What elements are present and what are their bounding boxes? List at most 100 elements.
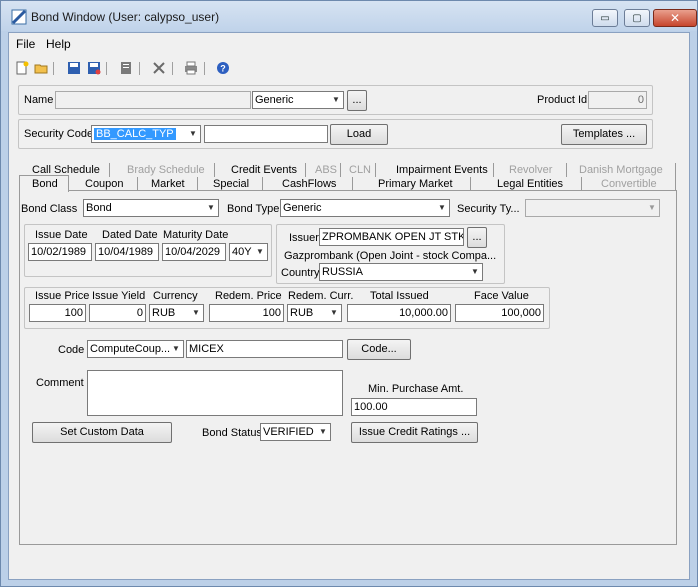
product-id-field[interactable]: 0	[588, 91, 647, 109]
security-type-label: Security Ty...	[457, 203, 520, 215]
name-more-button[interactable]: ...	[347, 90, 367, 111]
tab-separator	[375, 163, 376, 177]
issue-date-field[interactable]: 10/02/1989	[28, 243, 92, 261]
bond-class-combo[interactable]: Bond ▼	[83, 199, 219, 217]
dated-date-label: Dated Date	[102, 229, 158, 241]
tab-separator	[470, 177, 471, 191]
load-button[interactable]: Load	[330, 124, 388, 145]
total-issued-field[interactable]: 10,000.00	[347, 304, 451, 322]
chevron-down-icon: ▼	[319, 427, 327, 436]
issuer-field[interactable]: ZPROMBANK OPEN JT STK CO	[319, 228, 464, 246]
templates-button[interactable]: Templates ...	[561, 124, 647, 145]
tab-cln: CLN	[349, 164, 372, 176]
issue-date-label: Issue Date	[35, 229, 88, 241]
min-purchase-label: Min. Purchase Amt.	[368, 383, 464, 395]
bond-type-combo[interactable]: Generic ▼	[280, 199, 450, 217]
issue-credit-ratings-button[interactable]: Issue Credit Ratings ...	[351, 422, 478, 443]
chevron-down-icon: ▼	[438, 203, 446, 212]
toolbar-separator	[53, 62, 54, 75]
security-code-label: Security Code	[24, 128, 94, 140]
issuer-fullname: Gazprombank (Open Joint - stock Compa...	[284, 250, 497, 262]
notes-icon[interactable]	[119, 61, 133, 75]
toolbar-separator	[204, 62, 205, 75]
tab-separator	[566, 163, 567, 177]
tab-separator	[675, 177, 676, 191]
bond-status-combo[interactable]: VERIFIED ▼	[260, 423, 331, 441]
name-group: Name Generic ▼ ... Product Id 0	[18, 85, 653, 115]
chevron-down-icon: ▼	[332, 95, 340, 104]
name-type-combo[interactable]: Generic ▼	[252, 91, 344, 109]
chevron-down-icon: ▼	[471, 267, 479, 276]
tenor-combo[interactable]: 40Y ▼	[229, 243, 268, 261]
country-combo[interactable]: RUSSIA ▼	[319, 263, 483, 281]
bond-window: Bond Window (User: calypso_user) ▭ ▢ ✕ F…	[0, 0, 698, 587]
redem-curr-label: Redem. Curr.	[288, 290, 354, 302]
country-value: RUSSIA	[322, 266, 363, 278]
face-value-label: Face Value	[474, 290, 529, 302]
tab-bond[interactable]: Bond	[32, 176, 58, 192]
window-title: Bond Window (User: calypso_user)	[31, 10, 220, 24]
maximize-icon: ▢	[632, 12, 642, 24]
tenor-value: 40Y	[232, 246, 252, 258]
bond-tab-panel: Bond Class Bond ▼ Bond Type Generic ▼ Se…	[19, 190, 677, 545]
tab-separator	[109, 163, 110, 177]
dates-group: Issue Date 10/02/1989 Dated Date 10/04/1…	[24, 224, 272, 277]
tab-separator	[197, 177, 198, 191]
new-icon[interactable]	[15, 61, 29, 75]
issuer-group: Issuer ZPROMBANK OPEN JT STK CO ... Gazp…	[276, 224, 505, 284]
toolbar: ?	[9, 57, 689, 81]
svg-text:?: ?	[220, 64, 226, 74]
redem-curr-combo[interactable]: RUB ▼	[287, 304, 342, 322]
bond-type-value: Generic	[283, 202, 322, 214]
issuer-more-button[interactable]: ...	[467, 227, 487, 248]
minimize-button[interactable]: ▭	[592, 9, 618, 27]
name-label: Name	[24, 94, 54, 106]
code-type-value: ComputeCoup...	[90, 343, 171, 355]
menu-file[interactable]: File	[16, 37, 35, 51]
tab-bond-selected[interactable]: Bond	[19, 175, 69, 192]
min-purchase-field[interactable]: 100.00	[351, 398, 477, 416]
name-field[interactable]	[55, 91, 251, 109]
close-button[interactable]: ✕	[653, 9, 697, 27]
security-code-combo[interactable]: BB_CALC_TYP ▼	[91, 125, 201, 143]
chevron-down-icon: ▼	[648, 203, 656, 212]
tab-separator	[352, 177, 353, 191]
name-type-value: Generic	[255, 94, 294, 106]
print-icon[interactable]	[184, 61, 198, 75]
tab-separator	[214, 163, 215, 177]
title-bar[interactable]: Bond Window (User: calypso_user) ▭ ▢ ✕	[1, 1, 697, 31]
chevron-down-icon: ▼	[192, 308, 200, 317]
price-group: Issue Price 100 Issue Yield 0 Currency R…	[24, 287, 550, 329]
face-value-field[interactable]: 100,000	[455, 304, 544, 322]
dated-date-field[interactable]: 10/04/1989	[95, 243, 159, 261]
security-code-input[interactable]	[204, 125, 328, 143]
bond-type-label: Bond Type	[227, 203, 280, 215]
redem-price-field[interactable]: 100	[209, 304, 284, 322]
chevron-down-icon: ▼	[256, 247, 264, 256]
code-type-combo[interactable]: ComputeCoup... ▼	[87, 340, 184, 358]
issuer-label: Issuer	[289, 232, 319, 244]
open-icon[interactable]	[34, 61, 48, 75]
issue-price-field[interactable]: 100	[29, 304, 86, 322]
delete-icon[interactable]	[152, 61, 166, 75]
help-icon[interactable]: ?	[216, 61, 230, 75]
tab-separator	[262, 177, 263, 191]
menu-help[interactable]: Help	[46, 37, 71, 51]
set-custom-data-button[interactable]: Set Custom Data	[32, 422, 172, 443]
security-type-combo[interactable]: ▼	[525, 199, 660, 217]
issue-yield-label: Issue Yield	[92, 290, 146, 302]
security-code-value: BB_CALC_TYP	[94, 128, 176, 140]
code-button[interactable]: Code...	[347, 339, 411, 360]
comment-textarea[interactable]	[87, 370, 343, 416]
save-as-icon[interactable]	[87, 61, 101, 75]
country-label: Country	[281, 267, 320, 279]
code-field[interactable]: MICEX	[186, 340, 343, 358]
currency-combo[interactable]: RUB ▼	[149, 304, 204, 322]
issue-yield-field[interactable]: 0	[89, 304, 146, 322]
toolbar-separator	[106, 62, 107, 75]
maturity-date-field[interactable]: 10/04/2029	[162, 243, 226, 261]
chevron-down-icon: ▼	[189, 129, 197, 138]
save-icon[interactable]	[67, 61, 81, 75]
maximize-button[interactable]: ▢	[624, 9, 650, 27]
maturity-date-label: Maturity Date	[163, 229, 229, 241]
